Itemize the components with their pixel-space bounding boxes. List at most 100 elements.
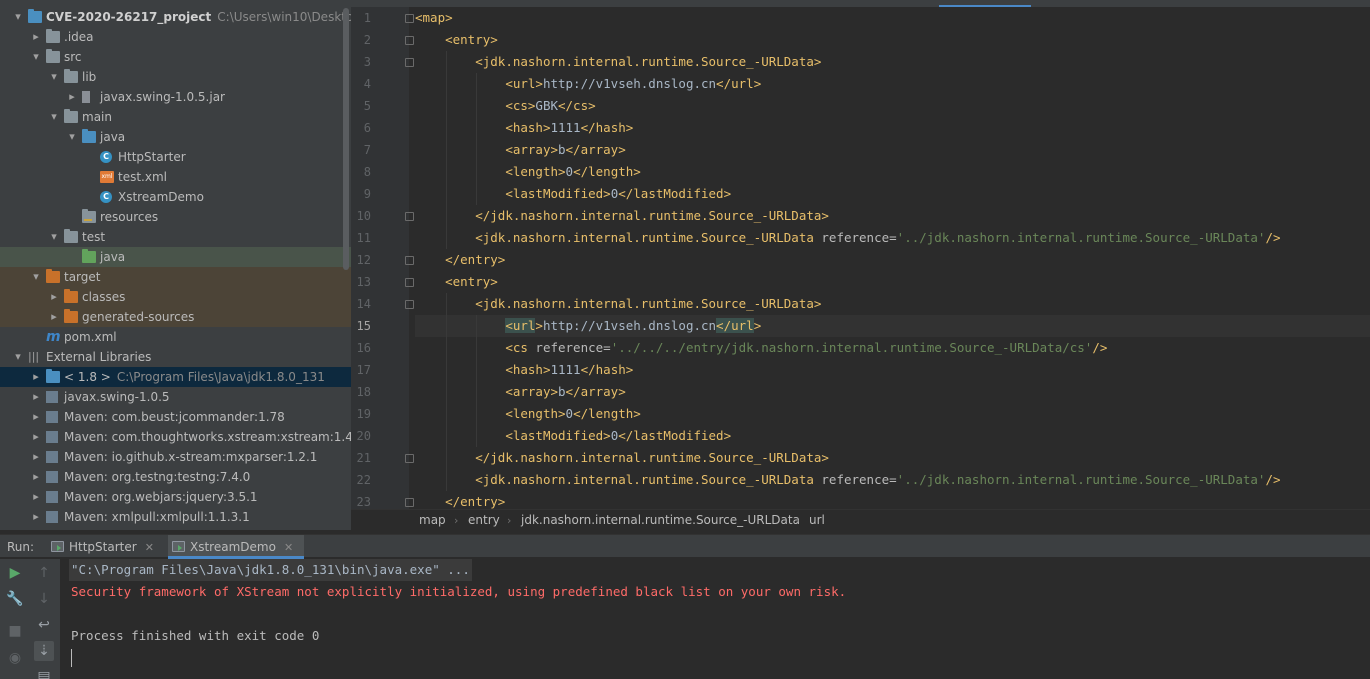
- fold-marker-icon[interactable]: [405, 454, 414, 463]
- code-line[interactable]: <jdk.nashorn.internal.runtime.Source_-UR…: [415, 469, 1370, 491]
- code-line[interactable]: </jdk.nashorn.internal.runtime.Source_-U…: [415, 447, 1370, 469]
- tree-item[interactable]: ▸ generated-sources: [0, 307, 351, 327]
- code-line[interactable]: <jdk.nashorn.internal.runtime.Source_-UR…: [415, 51, 1370, 73]
- fold-marker-icon[interactable]: [405, 498, 414, 507]
- arrow-up-icon[interactable]: ↑: [34, 563, 54, 583]
- code-line[interactable]: <jdk.nashorn.internal.runtime.Source_-UR…: [415, 227, 1370, 249]
- fold-marker-icon[interactable]: [405, 278, 414, 287]
- tree-item[interactable]: ▸ javax.swing-1.0.5: [0, 387, 351, 407]
- console-command-line[interactable]: "C:\Program Files\Java\jdk1.8.0_131\bin\…: [69, 559, 472, 581]
- stop-icon[interactable]: ■: [5, 621, 25, 641]
- tree-item[interactable]: ▾ lib: [0, 67, 351, 87]
- tree-item[interactable]: m pom.xml: [0, 327, 351, 347]
- tree-item[interactable]: java: [0, 247, 351, 267]
- breadcrumb-item[interactable]: url: [809, 510, 825, 530]
- tree-item[interactable]: ▾ ||| External Libraries: [0, 347, 351, 367]
- code-line[interactable]: <lastModified>0</lastModified>: [415, 425, 1370, 447]
- chevron-down-icon[interactable]: ▾: [12, 347, 24, 367]
- fold-marker-icon[interactable]: [405, 36, 414, 45]
- tree-item[interactable]: ▸ Maven: org.testng:testng:7.4.0: [0, 467, 351, 487]
- code-line[interactable]: <url>http://v1vseh.dnslog.cn</url>: [415, 73, 1370, 95]
- tree-item[interactable]: ▾ CVE-2020-26217_project C:\Users\win10\De…: [0, 7, 351, 27]
- tree-item[interactable]: ▸ .idea: [0, 27, 351, 47]
- fold-marker-icon[interactable]: [405, 58, 414, 67]
- soft-wrap-icon[interactable]: ↩: [34, 615, 54, 635]
- tree-item[interactable]: ▸ < 1.8 > C:\Program Files\Java\jdk1.8.0_1…: [0, 367, 351, 387]
- tree-item[interactable]: ▾ test: [0, 227, 351, 247]
- chevron-right-icon[interactable]: ▸: [30, 407, 42, 427]
- run-tab-xstreamdemo[interactable]: XstreamDemo ✕: [168, 535, 304, 559]
- run-console[interactable]: "C:\Program Files\Java\jdk1.8.0_131\bin\…: [60, 559, 1370, 679]
- chevron-right-icon[interactable]: ▸: [30, 387, 42, 407]
- code-line[interactable]: <entry>: [415, 271, 1370, 293]
- chevron-right-icon[interactable]: ▸: [66, 87, 78, 107]
- chevron-down-icon[interactable]: ▾: [48, 107, 60, 127]
- tree-item[interactable]: ▸ Maven: io.github.x-stream:mxparser:1.2.…: [0, 447, 351, 467]
- code-line[interactable]: <lastModified>0</lastModified>: [415, 183, 1370, 205]
- code-editor[interactable]: ● 1234567891011121314151617181920212223 …: [351, 0, 1370, 530]
- breadcrumb-item[interactable]: jdk.nashorn.internal.runtime.Source_-URL…: [521, 510, 800, 530]
- code-line[interactable]: <length>0</length>: [415, 161, 1370, 183]
- code-line[interactable]: <hash>1111</hash>: [415, 359, 1370, 381]
- close-icon[interactable]: ✕: [284, 541, 293, 554]
- tree-item[interactable]: ▸ Maven: org.webjars:jquery:3.5.1: [0, 487, 351, 507]
- chevron-down-icon[interactable]: ▾: [12, 7, 24, 27]
- chevron-right-icon[interactable]: ▸: [30, 447, 42, 467]
- chevron-right-icon[interactable]: ▸: [30, 367, 42, 387]
- editor-tab-strip[interactable]: [351, 0, 1370, 7]
- camera-icon[interactable]: ◉: [5, 648, 25, 668]
- chevron-down-icon[interactable]: ▾: [30, 47, 42, 67]
- chevron-right-icon[interactable]: ▸: [30, 467, 42, 487]
- tree-item[interactable]: ▸ Maven: com.thoughtworks.xstream:xstream…: [0, 427, 351, 447]
- chevron-right-icon[interactable]: ▸: [30, 487, 42, 507]
- fold-marker-icon[interactable]: [405, 256, 414, 265]
- close-icon[interactable]: ✕: [145, 541, 154, 554]
- chevron-right-icon[interactable]: ▸: [48, 307, 60, 327]
- code-line[interactable]: <array>b</array>: [415, 139, 1370, 161]
- chevron-right-icon[interactable]: ▸: [30, 427, 42, 447]
- tree-item[interactable]: xml test.xml: [0, 167, 351, 187]
- code-line[interactable]: <length>0</length>: [415, 403, 1370, 425]
- tree-item[interactable]: ▸ javax.swing-1.0.5.jar: [0, 87, 351, 107]
- chevron-down-icon[interactable]: ▾: [48, 67, 60, 87]
- fold-marker-icon[interactable]: [405, 14, 414, 23]
- code-area[interactable]: <map> <entry> <jdk.nashorn.internal.runt…: [415, 7, 1370, 509]
- tree-scrollbar[interactable]: [343, 8, 349, 270]
- code-line[interactable]: </jdk.nashorn.internal.runtime.Source_-U…: [415, 205, 1370, 227]
- code-line[interactable]: </entry>: [415, 249, 1370, 271]
- code-line[interactable]: <array>b</array>: [415, 381, 1370, 403]
- chevron-down-icon[interactable]: ▾: [66, 127, 78, 147]
- play-icon[interactable]: ▶: [5, 563, 25, 583]
- breadcrumb-item[interactable]: map: [419, 510, 446, 530]
- run-tab-httpstarter[interactable]: HttpStarter ✕: [47, 535, 159, 559]
- code-line[interactable]: <jdk.nashorn.internal.runtime.Source_-UR…: [415, 293, 1370, 315]
- print-icon[interactable]: ▤: [34, 667, 54, 679]
- fold-marker-icon[interactable]: [405, 212, 414, 221]
- code-line[interactable]: <hash>1111</hash>: [415, 117, 1370, 139]
- code-line[interactable]: <entry>: [415, 29, 1370, 51]
- tree-item[interactable]: C HttpStarter: [0, 147, 351, 167]
- tree-item[interactable]: ▸ classes: [0, 287, 351, 307]
- chevron-right-icon[interactable]: ▸: [30, 507, 42, 527]
- chevron-right-icon[interactable]: ▸: [48, 287, 60, 307]
- code-line[interactable]: <map>: [415, 7, 1370, 29]
- code-line[interactable]: <cs reference='../../../entry/jdk.nashor…: [415, 337, 1370, 359]
- wrench-icon[interactable]: 🔧: [5, 589, 25, 609]
- code-line[interactable]: <cs>GBK</cs>: [415, 95, 1370, 117]
- chevron-down-icon[interactable]: ▾: [30, 267, 42, 287]
- tree-item[interactable]: ▸ Maven: com.beust:jcommander:1.78: [0, 407, 351, 427]
- chevron-down-icon[interactable]: ▾: [48, 227, 60, 247]
- tree-item[interactable]: ▾ target: [0, 267, 351, 287]
- code-line[interactable]: <url>http://v1vseh.dnslog.cn</url>: [415, 315, 1370, 337]
- scroll-to-end-icon[interactable]: ⇣: [34, 641, 54, 661]
- fold-marker-icon[interactable]: [405, 300, 414, 309]
- tree-item[interactable]: resources: [0, 207, 351, 227]
- chevron-right-icon[interactable]: ▸: [30, 27, 42, 47]
- tree-item[interactable]: ▾ src: [0, 47, 351, 67]
- tree-item[interactable]: ▾ main: [0, 107, 351, 127]
- tree-item[interactable]: ▸ Maven: xmlpull:xmlpull:1.1.3.1: [0, 507, 351, 527]
- tree-item[interactable]: ▾ java: [0, 127, 351, 147]
- arrow-down-icon[interactable]: ↓: [34, 589, 54, 609]
- breadcrumb-item[interactable]: entry: [468, 510, 500, 530]
- tree-item[interactable]: C XstreamDemo: [0, 187, 351, 207]
